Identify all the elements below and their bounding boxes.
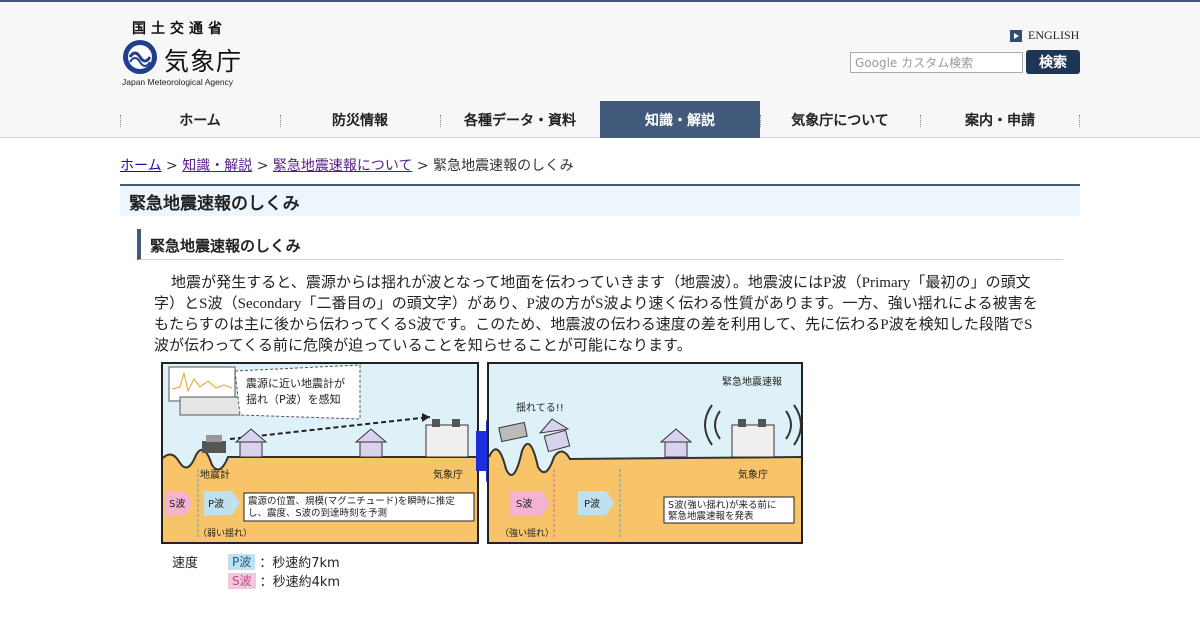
nav-item-about[interactable]: 気象庁について	[760, 101, 920, 138]
s-wave-speed: S波 ：秒速約4km	[228, 571, 340, 590]
body-paragraph: 地震が発生すると、震源からは揺れが波となって地面を伝わっていきます（地震波）。地…	[154, 275, 1038, 354]
callout-text-1: 震源に近い地震計が	[246, 376, 345, 390]
jma-label-left: 気象庁	[433, 468, 463, 481]
s-wave-label-left: S波	[169, 497, 185, 510]
nav-item-data[interactable]: 各種データ・資料	[440, 101, 600, 138]
p-wave-speed: P波 ：秒速約7km	[228, 552, 340, 571]
p-wave-chip: P波	[228, 553, 256, 570]
p-wave-label-left: P波	[208, 497, 224, 510]
nav-item-disaster-info[interactable]: 防災情報	[280, 101, 440, 138]
note-left-1: 震源の位置、規模(マグニチュード)を瞬時に推定	[248, 495, 455, 507]
p-wave-label-right: P波	[584, 497, 600, 510]
breadcrumb-separator: >	[166, 158, 178, 174]
nav-item-knowledge[interactable]: 知識・解説	[600, 101, 760, 138]
english-link-label: ENGLISH	[1028, 28, 1080, 42]
jma-label-right: 気象庁	[738, 468, 768, 481]
panel-after: 揺れてる!! 緊急地震速報 気象庁 S波 P波 S波(強い揺れ)が来る前に 緊急…	[487, 362, 803, 544]
english-link[interactable]: ENGLISH	[1010, 28, 1079, 43]
breadcrumb: ホーム > 知識・解説 > 緊急地震速報について > 緊急地震速報のしくみ	[120, 155, 574, 175]
seismometer-label: 地震計	[200, 468, 230, 481]
panel-before: 震源に近い地震計が 揺れ（P波）を感知 地震計 気象庁 S波 P波 震源の位置、…	[161, 362, 479, 544]
jma-emblem-icon	[123, 40, 157, 74]
speed-label: 速度	[172, 556, 199, 571]
search-button[interactable]: 検索	[1026, 50, 1080, 74]
agency-name: 気象庁	[164, 47, 243, 76]
shaking-label: 揺れてる!!	[516, 402, 564, 414]
note-right-2: 緊急地震速報を発表	[668, 510, 754, 522]
wave-speed-legend: 速度 P波 ：秒速約7km S波 ：秒速約4km	[172, 550, 372, 595]
page-title: 緊急地震速報のしくみ	[120, 184, 1080, 216]
jma-logo[interactable]: 国土交通省 気象庁 Japan Meteorological Agency	[122, 18, 252, 90]
nav-item-home[interactable]: ホーム	[120, 101, 280, 138]
shake-strong-label: （強い揺れ）	[500, 527, 554, 539]
breadcrumb-current: 緊急地震速報のしくみ	[433, 158, 574, 174]
agency-name-en: Japan Meteorological Agency	[122, 77, 234, 87]
note-right-1: S波(強い揺れ)が来る前に	[668, 499, 776, 511]
note-left-2: し、震度、S波の到達時刻を予測	[248, 507, 387, 519]
p-wave-speed-text: ：秒速約7km	[259, 556, 340, 571]
breadcrumb-separator: >	[256, 158, 269, 174]
arrow-right-icon	[1010, 29, 1022, 42]
s-wave-speed-text: ：秒速約4km	[259, 575, 341, 590]
section-heading: 緊急地震速報のしくみ	[137, 229, 1063, 260]
breadcrumb-link-home[interactable]: ホーム	[120, 158, 162, 174]
global-nav: ホーム 防災情報 各種データ・資料 知識・解説 気象庁について 案内・申請	[120, 101, 1080, 138]
search-input[interactable]	[850, 52, 1023, 73]
ministry-name: 国土交通省	[132, 21, 227, 37]
nav-item-guide[interactable]: 案内・申請	[920, 101, 1080, 138]
breadcrumb-link-eew[interactable]: 緊急地震速報について	[273, 158, 413, 174]
eew-mechanism-diagram: 震源に近い地震計が 揺れ（P波）を感知 地震計 気象庁 S波 P波 震源の位置、…	[161, 362, 803, 544]
s-wave-label-right: S波	[516, 497, 532, 510]
breadcrumb-link-knowledge[interactable]: 知識・解説	[182, 158, 252, 174]
callout-text-2: 揺れ（P波）を感知	[246, 392, 341, 406]
site-header: 国土交通省 気象庁 Japan Meteorological Agency EN…	[0, 2, 1200, 138]
s-wave-chip: S波	[228, 572, 256, 589]
broadcast-label: 緊急地震速報	[722, 375, 782, 388]
shake-weak-label: （弱い揺れ）	[198, 527, 252, 539]
breadcrumb-separator: >	[416, 158, 429, 174]
